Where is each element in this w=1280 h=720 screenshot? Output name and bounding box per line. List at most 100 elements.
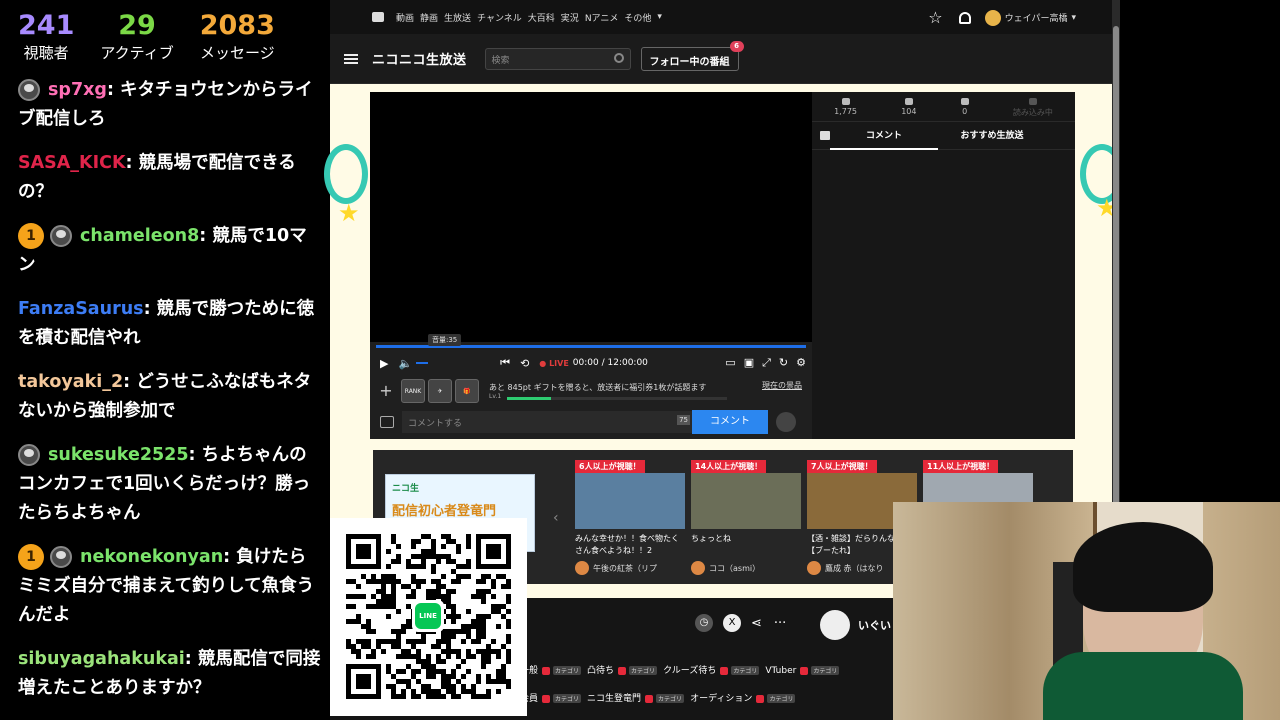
video-area[interactable] — [370, 92, 812, 342]
chat-colon: : — [188, 445, 202, 465]
rewind-icon[interactable]: ⟲ — [520, 357, 529, 370]
tag-lock-icon — [645, 694, 654, 703]
ad-icon[interactable]: ✈ — [428, 379, 452, 403]
rec-user: ココ（asmi） — [691, 561, 801, 575]
chat-message: takoyaki_2: どうせこふなばもネタないから強制参加で — [18, 368, 322, 426]
rec-card[interactable]: 14人以上が視聴！ ちょっとね ココ（asmi） — [691, 454, 801, 578]
tag-category: カテゴリ — [629, 666, 658, 675]
skip-back-icon[interactable]: ⏮ — [500, 356, 510, 370]
rec-thumbnail[interactable] — [575, 473, 685, 529]
more-icon[interactable]: ··· — [774, 616, 786, 631]
volume-slider[interactable] — [416, 362, 429, 364]
user-name[interactable]: ウェイパー高橋 — [1005, 11, 1068, 24]
chevron-down-icon: ▾ — [657, 12, 662, 22]
x-share-icon[interactable]: X — [723, 614, 741, 632]
player: 音量:35 ▶ 🔈 ⏮ ⟲ ● LIVE 00:00 / 12:00:00 ▭ … — [370, 92, 1075, 439]
clock-icon[interactable]: ◷ — [695, 614, 713, 632]
line-qr-code: LINE — [330, 518, 527, 716]
chat-colon: : — [223, 547, 237, 567]
message-count: 2083 — [199, 10, 275, 41]
rec-card[interactable]: 6人以上が視聴！ みんな幸せか！！食べ物たくさん食べようね！！2 午後の紅茶（リプ — [575, 454, 685, 578]
tag-item[interactable]: ニコ生登竜門 カテゴリ — [587, 691, 685, 704]
broadcaster[interactable]: いぐい — [820, 610, 891, 640]
nav-right: ☆ ウェイパー高橋 ▾ — [928, 8, 1076, 27]
tag-text[interactable]: ニコ生登竜門 — [587, 694, 641, 704]
rank-icon[interactable]: RANK — [401, 379, 425, 403]
tag-text[interactable]: クルーズ待ち — [663, 666, 716, 676]
gift-row: + RANK ✈ 🎁 あと 845pt ギフトを贈ると、放送者に福引券1枚が話題… — [370, 376, 812, 406]
nav-item-channel[interactable]: チャンネル — [477, 11, 522, 24]
comment-toggle-icon[interactable]: ▭ — [725, 356, 735, 370]
share-row: ◷ X ⋖ ··· — [695, 614, 786, 632]
user-avatar-icon — [18, 444, 40, 466]
loading-text: 読み込み中 — [1012, 108, 1053, 117]
bell-icon[interactable] — [958, 11, 971, 24]
user-avatar[interactable] — [984, 9, 1001, 26]
plus-icon[interactable]: + — [374, 379, 398, 403]
follow-count-badge: 6 — [729, 40, 744, 52]
loading-stat: 読み込み中 — [1013, 98, 1053, 121]
deco-star-icon: ★ — [338, 199, 360, 227]
broadcaster-avatar[interactable] — [820, 610, 850, 640]
reload-icon[interactable]: ↻ — [779, 356, 788, 370]
theater-icon[interactable]: ▣ — [744, 356, 754, 370]
nav-item-video[interactable]: 動画 — [396, 11, 414, 24]
chat-message: SASA_KICK: 競馬場で配信できるの？ — [18, 149, 322, 207]
tag-text[interactable]: 凸待ち — [587, 666, 614, 676]
message-stat: 2083 メッセージ — [200, 10, 275, 72]
tag-item[interactable]: 会員 カテゴリ — [520, 691, 582, 704]
user-chevron-icon: ▾ — [1071, 12, 1076, 23]
tab-recommend[interactable]: おすすめ生放送 — [938, 122, 1046, 150]
live-text: LIVE — [549, 358, 569, 368]
tag-item[interactable]: 一般 カテゴリ — [520, 663, 582, 676]
broadcaster-name[interactable]: いぐい — [858, 617, 891, 633]
chat-overlay: 241 視聴者 29 アクティブ 2083 メッセージ sp7xg: キタチョウ… — [0, 0, 330, 720]
follow-programs-button[interactable]: フォロー中の番組 6 — [640, 40, 744, 71]
nav-item-anime[interactable]: Nアニメ — [585, 11, 619, 24]
fullscreen-icon[interactable]: ⤢ — [762, 356, 771, 370]
volume-icon[interactable]: 🔈 — [398, 357, 412, 370]
stream-screen: 241 視聴者 29 アクティブ 2083 メッセージ sp7xg: キタチョウ… — [0, 0, 1280, 720]
tab-comment[interactable]: コメント — [830, 122, 938, 150]
ad-title: ニコ生 — [392, 484, 420, 494]
rec-title[interactable]: ちょっとね — [691, 533, 801, 557]
tag-item[interactable]: クルーズ待ち カテゴリ — [663, 663, 760, 676]
search-input[interactable]: 検索 — [484, 47, 631, 70]
tag-category: カテゴリ — [811, 666, 840, 675]
nav-item-more[interactable]: その他 — [624, 11, 651, 24]
settings-icon[interactable]: ⚙ — [796, 356, 806, 370]
carousel-prev-icon[interactable]: ‹ — [553, 510, 559, 526]
comment-command-icon[interactable] — [380, 416, 394, 428]
line-logo-text: LINE — [415, 603, 441, 629]
star-icon[interactable]: ☆ — [928, 8, 942, 27]
share-icon[interactable]: ⋖ — [751, 616, 762, 631]
tag-item[interactable]: オーディション カテゴリ — [690, 691, 796, 704]
rec-title[interactable]: みんな幸せか！！食べ物たくさん食べようね！！2 — [575, 533, 685, 557]
emotion-icon[interactable] — [776, 412, 796, 432]
nav-item-live[interactable]: 生放送 — [444, 11, 471, 24]
tag-item[interactable]: 凸待ち カテゴリ — [587, 663, 658, 676]
play-icon[interactable]: ▶ — [380, 357, 388, 370]
tag-text[interactable]: オーディション — [690, 694, 752, 704]
tag-lock-icon — [756, 694, 765, 703]
comment-submit-button[interactable]: コメント — [692, 410, 768, 434]
chat-message: sp7xg: キタチョウセンからライブ配信しろ — [18, 76, 322, 134]
nav-item-seiga[interactable]: 静画 — [420, 11, 438, 24]
nicolive-logo[interactable]: ニコニコ生放送 — [372, 49, 467, 68]
comment-input[interactable]: コメントする 75 — [402, 411, 692, 433]
chat-username: chameleon8 — [80, 226, 200, 246]
nav-item-dic[interactable]: 大百科 — [528, 11, 555, 24]
gift-level: Lv.1 — [489, 393, 502, 400]
current-prize-link[interactable]: 現在の景品 — [762, 380, 802, 391]
search-icon[interactable] — [613, 52, 624, 63]
tv-icon — [372, 12, 384, 22]
live-indicator: ● LIVE — [539, 358, 569, 368]
tag-text[interactable]: VTuber — [765, 666, 796, 676]
gift-icon[interactable]: 🎁 — [455, 379, 479, 403]
comment-icon — [904, 98, 913, 105]
tag-item[interactable]: VTuber カテゴリ — [765, 666, 840, 676]
nav-item-jikkyo[interactable]: 実況 — [561, 11, 579, 24]
menu-icon[interactable] — [344, 52, 358, 66]
comment-tab-icon — [820, 131, 830, 140]
rec-thumbnail[interactable] — [691, 473, 801, 529]
